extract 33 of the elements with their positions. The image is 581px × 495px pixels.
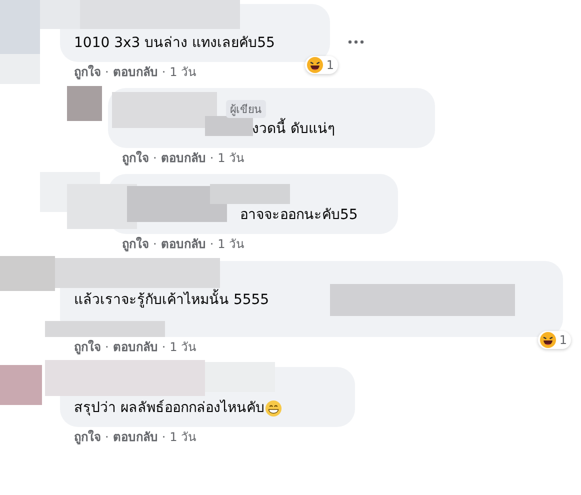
reply-link[interactable]: ตอบกลับ bbox=[112, 430, 158, 445]
separator-dot: · bbox=[162, 340, 166, 355]
separator-dot: · bbox=[153, 151, 157, 166]
comment-time: 1 วัน bbox=[218, 237, 244, 252]
separator-dot: · bbox=[105, 65, 109, 80]
separator-dot: · bbox=[210, 237, 214, 252]
comment-text: แล้วเราจะรู้กับเค้าไหมนั้น 5555 bbox=[74, 291, 270, 309]
reply-link[interactable]: ตอบกลับ bbox=[160, 237, 206, 252]
separator-dot: · bbox=[153, 237, 157, 252]
author-label: ผู้เขียน bbox=[226, 100, 266, 118]
comment-time: 1 วัน bbox=[170, 340, 196, 355]
reply-link[interactable]: ตอบกลับ bbox=[112, 340, 158, 355]
separator-dot: · bbox=[210, 151, 214, 166]
comment-text: อาจจะออกนะคับ55 bbox=[240, 206, 358, 224]
like-link[interactable]: ถูกใจ bbox=[122, 237, 149, 252]
separator-dot: · bbox=[162, 430, 166, 445]
separator-dot: · bbox=[162, 65, 166, 80]
comment-text: งวดนี้ ดับแน่ๆ bbox=[252, 120, 336, 138]
separator-dot: · bbox=[105, 430, 109, 445]
reply-link[interactable]: ตอบกลับ bbox=[160, 151, 206, 166]
reply-link[interactable]: ตอบกลับ bbox=[112, 65, 158, 80]
comment-time: 1 วัน bbox=[218, 151, 244, 166]
like-link[interactable]: ถูกใจ bbox=[74, 340, 101, 355]
reaction-badge[interactable]: 1 bbox=[305, 56, 338, 74]
separator-dot: · bbox=[105, 340, 109, 355]
like-link[interactable]: ถูกใจ bbox=[74, 65, 101, 80]
comment-time: 1 วัน bbox=[170, 430, 196, 445]
comment-time: 1 วัน bbox=[170, 65, 196, 80]
like-link[interactable]: ถูกใจ bbox=[74, 430, 101, 445]
comment-text: สรุปว่า ผลลัพธ์ออกกล่องไหนคับ bbox=[74, 399, 282, 417]
like-link[interactable]: ถูกใจ bbox=[122, 151, 149, 166]
reaction-badge[interactable]: 1 bbox=[538, 331, 571, 349]
comment-text: 1010 3x3 บนล่าง แทงเลยคับ55 bbox=[74, 34, 275, 52]
